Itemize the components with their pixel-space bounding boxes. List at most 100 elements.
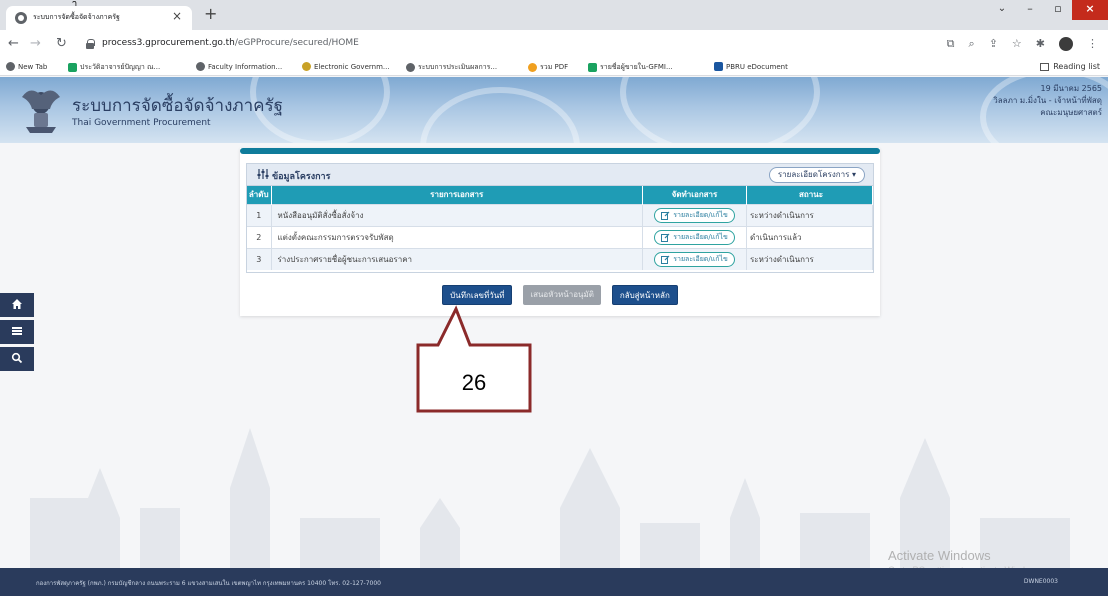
profile-avatar-icon[interactable] [1059, 37, 1073, 51]
bookmark-item[interactable]: Electronic Governm... [302, 62, 390, 71]
row-number: 2 [247, 225, 272, 248]
home-icon [12, 299, 22, 309]
bookmark-item[interactable]: Faculty Information... [196, 62, 282, 71]
bookmark-item[interactable]: รวม PDF [528, 62, 568, 73]
globe-icon [6, 62, 15, 71]
row-number: 1 [247, 203, 272, 226]
document-name: แต่งตั้งคณะกรรมการตรวจรับพัสดุ [271, 225, 643, 248]
forward-arrow-icon[interactable]: → [30, 37, 41, 51]
new-tab-icon[interactable]: + [204, 6, 217, 22]
pdf-icon [528, 63, 537, 72]
home-button[interactable] [0, 293, 34, 317]
maximize-icon[interactable]: ▫ [1044, 0, 1072, 20]
bookmark-star-icon[interactable]: ☆ [1012, 37, 1022, 51]
minimize-icon[interactable]: – [1016, 0, 1044, 20]
sheet-icon [68, 63, 77, 72]
search-icon [11, 352, 23, 364]
card-accent-bar [240, 148, 880, 154]
sheet-icon [588, 63, 597, 72]
submit-approval-button[interactable]: เสนอหัวหน้าอนุมัติ [523, 285, 601, 305]
bookmark-item[interactable]: PBRU eDocument [714, 62, 788, 71]
details-edit-button[interactable]: รายละเอียด/แก้ไข [654, 229, 735, 245]
reload-icon[interactable]: ↻ [56, 37, 67, 51]
details-edit-button[interactable]: รายละเอียด/แก้ไข [654, 207, 735, 223]
table-row: 2 แต่งตั้งคณะกรรมการตรวจรับพัสดุ รายละเอ… [247, 225, 873, 248]
project-info-panel: ข้อมูลโครงการ รายละเอียดโครงการ ▾ ลำดับ … [246, 163, 874, 273]
browser-tab[interactable]: ระบบการจัดซื้อจัดจ้างภาครัฐ × [6, 6, 192, 30]
project-card: ข้อมูลโครงการ รายละเอียดโครงการ ▾ ลำดับ … [240, 148, 880, 316]
col-header-status: สถานะ [746, 186, 873, 204]
address-bar: ← → ↻ process3.gprocurement.go.th/eGPPro… [0, 30, 1108, 60]
tab-favicon-icon [15, 12, 27, 24]
table-header-row: ลำดับ รายการเอกสาร จัดทำเอกสาร สถานะ [247, 186, 873, 204]
url-field[interactable]: process3.gprocurement.go.th/eGPProcure/s… [82, 35, 928, 55]
edit-icon [661, 211, 670, 220]
document-status: ดำเนินการแล้ว [746, 225, 873, 248]
menu-dots-icon[interactable]: ⋮ [1087, 37, 1098, 51]
reading-list[interactable]: Reading list [1040, 62, 1100, 71]
project-details-dropdown[interactable]: รายละเอียดโครงการ ▾ [768, 167, 865, 183]
user-info: 19 มีนาคม 2565 วิลลภา ม.มิ่งใน - เจ้าหน้… [993, 83, 1102, 119]
extensions-icon[interactable]: ✱ [1036, 37, 1045, 51]
edit-icon [661, 233, 670, 242]
save-number-date-button[interactable]: บันทึกเลขที่วันที่ [442, 285, 513, 305]
globe-icon [196, 62, 205, 71]
bookmark-item[interactable]: ระบบการประเมินผลการ... [406, 62, 497, 73]
lock-icon [86, 39, 95, 49]
current-date: 19 มีนาคม 2565 [1040, 84, 1102, 93]
document-status: ระหว่างดำเนินการ [746, 203, 873, 226]
hamburger-icon [12, 327, 22, 335]
document-status: ระหว่างดำเนินการ [746, 247, 873, 270]
bookmark-item[interactable]: ประวัติอาจารย์ปัญญา ณ... [68, 62, 160, 73]
tab-close-icon[interactable]: × [172, 9, 182, 23]
tab-search-icon[interactable]: ⌄ [988, 0, 1016, 20]
callout-number: 26 [461, 370, 487, 395]
site-subtitle: Thai Government Procurement [72, 118, 211, 128]
callout-annotation [416, 305, 532, 413]
site-footer: กองการพัสดุภาครัฐ (กพภ.) กรมบัญชีกลาง ถน… [0, 568, 1108, 596]
panel-header: ข้อมูลโครงการ รายละเอียดโครงการ ▾ [247, 164, 873, 186]
close-window-icon[interactable]: × [1072, 0, 1108, 20]
header-swirl [620, 77, 820, 143]
activate-windows-title: Activate Windows [888, 548, 991, 563]
header-swirl [420, 87, 580, 143]
table-row: 3 ร่างประกาศรายชื่อผู้ชนะการเสนอราคา ราย… [247, 247, 873, 270]
back-to-main-button[interactable]: กลับสู่หน้าหลัก [611, 285, 678, 305]
zoom-icon[interactable]: ⌕ [969, 37, 975, 51]
documents-table: ลำดับ รายการเอกสาร จัดทำเอกสาร สถานะ 1 ห… [247, 186, 873, 270]
site-title: ระบบการจัดซื้อจัดจ้างภาครัฐ [72, 96, 284, 116]
table-row: 1 หนังสืออนุมัติสั่งซื้อสั่งจ้าง รายละเอ… [247, 203, 873, 226]
back-arrow-icon[interactable]: ← [8, 37, 19, 51]
row-number: 3 [247, 247, 272, 270]
url-text: process3.gprocurement.go.th/eGPProcure/s… [102, 38, 359, 48]
col-header-no: ลำดับ [247, 186, 272, 204]
panel-title: ข้อมูลโครงการ [257, 169, 330, 183]
leaf-icon [302, 62, 311, 71]
details-edit-button[interactable]: รายละเอียด/แก้ไข [654, 251, 735, 267]
document-name: หนังสืออนุมัติสั่งซื้อสั่งจ้าง [271, 203, 643, 226]
menu-button[interactable] [0, 320, 34, 344]
window-controls: ⌄ – ▫ × [988, 0, 1108, 20]
garuda-logo-icon [22, 90, 60, 133]
bookmark-item[interactable]: รายชื่อผู้ขายใน-GFMI... [588, 62, 673, 73]
edit-icon [661, 255, 670, 264]
sliders-icon [257, 169, 269, 179]
col-header-document: รายการเอกสาร [271, 186, 643, 204]
document-icon [714, 62, 723, 71]
tab-title: ระบบการจัดซื้อจัดจ้างภาครัฐ [33, 13, 120, 21]
temple-skyline-illustration [30, 428, 1070, 568]
globe-icon [406, 63, 415, 72]
bookmark-item[interactable]: New Tab [6, 62, 47, 71]
reading-list-icon [1040, 62, 1050, 71]
toolbar-icons: ⧉ ⌕ ⇪ ☆ ✱ ⋮ [947, 37, 1098, 51]
browser-tab-strip: ๅ ระบบการจัดซื้อจัดจ้างภาครัฐ × + ⌄ – ▫ … [0, 0, 1108, 30]
footer-address: กองการพัสดุภาครัฐ (กพภ.) กรมบัญชีกลาง ถน… [36, 580, 381, 587]
translate-icon[interactable]: ⧉ [947, 37, 955, 51]
share-icon[interactable]: ⇪ [989, 37, 998, 51]
site-header: ระบบการจัดซื้อจัดจ้างภาครัฐ Thai Governm… [0, 77, 1108, 143]
footer-code: DWNE0003 [1023, 578, 1058, 585]
col-header-prepare: จัดทำเอกสาร [642, 186, 747, 204]
user-department: คณะมนุษยศาสตร์ [1040, 108, 1102, 117]
search-button[interactable] [0, 347, 34, 371]
action-buttons: บันทึกเลขที่วันที่ เสนอหัวหน้าอนุมัติ กล… [240, 285, 880, 305]
